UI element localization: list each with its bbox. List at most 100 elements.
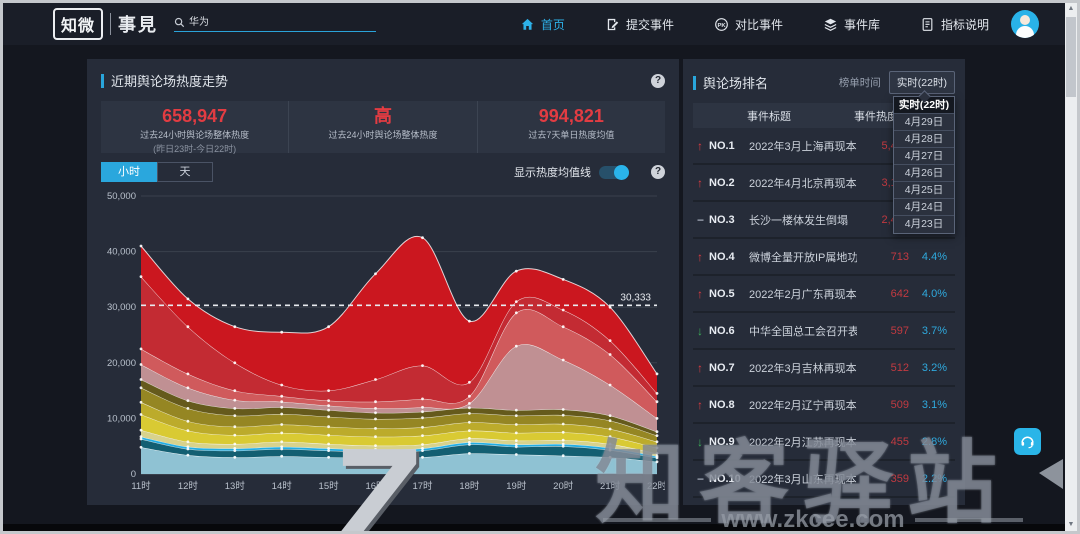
event-percent: 3.2% bbox=[909, 362, 955, 374]
time-label: 榜单时间 bbox=[839, 75, 881, 90]
time-dropdown-menu: 实时(22时)4月29日4月28日4月27日4月26日4月25日4月24日4月2… bbox=[893, 96, 955, 234]
event-percent: 4.0% bbox=[909, 288, 955, 300]
trend-flat-icon: − bbox=[693, 213, 709, 227]
app-window: 知微 事見 华为 首页 提交事件 PK 对比事件 事件库 指标说明 近期舆论场热度走势 ?… bbox=[0, 0, 1080, 534]
chart-controls: 小时天 显示热度均值线 ? bbox=[101, 162, 665, 182]
search-icon bbox=[174, 17, 185, 28]
ranking-panel-header: 舆论场排名 榜单时间 实时(22时) bbox=[693, 71, 955, 94]
event-title: 2022年2月江苏再现本土确诊病例 bbox=[749, 434, 857, 450]
stat-block: 658,947过去24小时舆论场整体热度(昨日23时-今日22时) bbox=[101, 101, 288, 153]
column-header-title: 事件标题 bbox=[693, 108, 845, 124]
dropdown-option-0[interactable]: 实时(22时) bbox=[894, 97, 954, 114]
help-question-icon[interactable]: ? bbox=[651, 74, 665, 88]
event-percent: 4.4% bbox=[909, 251, 955, 263]
ranking-row[interactable]: ↑NO.82022年2月辽宁再现本土确诊病例5093.1% bbox=[693, 387, 955, 424]
logo[interactable]: 知微 事見 bbox=[53, 8, 158, 40]
nav-item-4[interactable]: 指标说明 bbox=[920, 16, 989, 33]
dropdown-option-1[interactable]: 4月29日 bbox=[894, 114, 954, 131]
ranking-row[interactable]: ↑NO.72022年3月吉林再现本土确诊病例5123.2% bbox=[693, 350, 955, 387]
event-percent: 3.1% bbox=[909, 399, 955, 411]
search-value: 华为 bbox=[189, 17, 209, 28]
tab-day[interactable]: 天 bbox=[157, 162, 213, 182]
trend-up-icon: ↑ bbox=[693, 139, 709, 153]
trend-down-icon: ↓ bbox=[693, 324, 709, 338]
dropdown-option-3[interactable]: 4月27日 bbox=[894, 148, 954, 165]
rank-label: NO.5 bbox=[709, 288, 749, 300]
svg-text:10,000: 10,000 bbox=[107, 413, 136, 424]
trend-up-icon: ↑ bbox=[693, 250, 709, 264]
nav-item-label: 提交事件 bbox=[626, 16, 674, 33]
trend-up-icon: ↑ bbox=[693, 398, 709, 412]
ranking-row[interactable]: ↑NO.4微博全量开放IP属地功能7134.4% bbox=[693, 239, 955, 276]
svg-text:20,000: 20,000 bbox=[107, 358, 136, 369]
dropdown-option-2[interactable]: 4月28日 bbox=[894, 131, 954, 148]
logo-primary: 知微 bbox=[53, 8, 103, 40]
logo-divider bbox=[110, 13, 111, 35]
rank-label: NO.10 bbox=[709, 473, 749, 485]
nav-item-home[interactable]: 首页 bbox=[520, 16, 565, 33]
svg-text:13时: 13时 bbox=[225, 480, 246, 492]
stat-value: 994,821 bbox=[478, 106, 665, 126]
nav-item-label: 指标说明 bbox=[941, 16, 989, 33]
event-heat: 713 bbox=[857, 251, 909, 263]
event-heat: 642 bbox=[857, 288, 909, 300]
scrollbar-thumb[interactable] bbox=[1066, 17, 1076, 97]
stat-sublabel: (昨日23时-今日22时) bbox=[101, 142, 288, 155]
ranking-row[interactable]: ↓NO.92022年2月江苏再现本土确诊病例4552.8% bbox=[693, 424, 955, 461]
stats-bar: 658,947过去24小时舆论场整体热度(昨日23时-今日22时)高过去24小时… bbox=[101, 101, 665, 153]
rank-label: NO.4 bbox=[709, 251, 749, 263]
trend-flat-icon: − bbox=[693, 472, 709, 486]
nav-item-1[interactable]: 提交事件 bbox=[605, 16, 674, 33]
nav-item-label: 对比事件 bbox=[735, 16, 783, 33]
event-percent: 2.2% bbox=[909, 473, 955, 485]
scroll-up-arrow[interactable]: ▲ bbox=[1065, 3, 1077, 15]
event-percent: 3.7% bbox=[909, 325, 955, 337]
dropdown-option-5[interactable]: 4月25日 bbox=[894, 182, 954, 199]
help-question-icon[interactable]: ? bbox=[651, 165, 665, 179]
svg-text:30,000: 30,000 bbox=[107, 302, 136, 313]
logo-secondary: 事見 bbox=[118, 11, 158, 37]
interval-tabs: 小时天 bbox=[101, 162, 213, 182]
ranking-row[interactable]: −NO.102022年3月山东再现本土确诊病例3592.2% bbox=[693, 461, 955, 498]
heat-trend-chart: 010,00020,00030,00040,00050,00030,33311时… bbox=[101, 186, 665, 500]
trend-up-icon: ↑ bbox=[693, 361, 709, 375]
dropdown-option-6[interactable]: 4月24日 bbox=[894, 199, 954, 216]
trend-panel-title: 近期舆论场热度走势 bbox=[111, 71, 228, 90]
headset-icon bbox=[1019, 433, 1036, 450]
title-accent-bar bbox=[693, 76, 696, 90]
user-avatar[interactable] bbox=[1011, 10, 1039, 38]
stat-label: 过去7天单日热度均值 bbox=[478, 128, 665, 141]
event-heat: 455 bbox=[857, 436, 909, 448]
scroll-down-arrow[interactable]: ▼ bbox=[1065, 519, 1077, 531]
event-heat: 509 bbox=[857, 399, 909, 411]
svg-text:12时: 12时 bbox=[178, 480, 199, 492]
svg-text:16时: 16时 bbox=[365, 480, 386, 492]
submit-event-icon bbox=[605, 17, 620, 32]
avg-line-toggle[interactable] bbox=[599, 166, 629, 179]
event-title: 长沙一楼体发生倒塌 bbox=[749, 212, 857, 228]
search-input[interactable]: 华为 bbox=[174, 17, 376, 32]
event-heat: 359 bbox=[857, 473, 909, 485]
dropdown-option-7[interactable]: 4月23日 bbox=[894, 216, 954, 233]
nav-item-3[interactable]: 事件库 bbox=[823, 16, 880, 33]
dropdown-option-4[interactable]: 4月26日 bbox=[894, 165, 954, 182]
time-select-button[interactable]: 实时(22时) bbox=[889, 71, 955, 94]
event-title: 2022年3月山东再现本土确诊病例 bbox=[749, 471, 857, 487]
tab-hour[interactable]: 小时 bbox=[101, 162, 157, 182]
stat-block: 994,821 过去7天单日热度均值 bbox=[477, 101, 665, 153]
compare-pk-icon: PK bbox=[714, 17, 729, 32]
ranking-row[interactable]: ↑NO.52022年2月广东再现本土确诊病例6424.0% bbox=[693, 276, 955, 313]
svg-text:50,000: 50,000 bbox=[107, 191, 136, 202]
stat-value: 658,947 bbox=[101, 106, 288, 126]
svg-text:22时: 22时 bbox=[647, 480, 665, 492]
nav-item-2[interactable]: PK 对比事件 bbox=[714, 16, 783, 33]
metrics-doc-icon bbox=[920, 17, 935, 32]
back-to-top-arrow[interactable] bbox=[1039, 459, 1063, 489]
svg-text:19时: 19时 bbox=[506, 480, 527, 492]
customer-service-button[interactable] bbox=[1014, 428, 1041, 455]
event-title: 2022年3月上海再现本土确诊病例 bbox=[749, 138, 857, 154]
page-scrollbar[interactable]: ▲ ▼ bbox=[1065, 3, 1077, 531]
svg-text:40,000: 40,000 bbox=[107, 247, 136, 258]
rank-label: NO.2 bbox=[709, 177, 749, 189]
ranking-row[interactable]: ↓NO.6中华全国总工会召开表彰大会5973.7% bbox=[693, 313, 955, 350]
